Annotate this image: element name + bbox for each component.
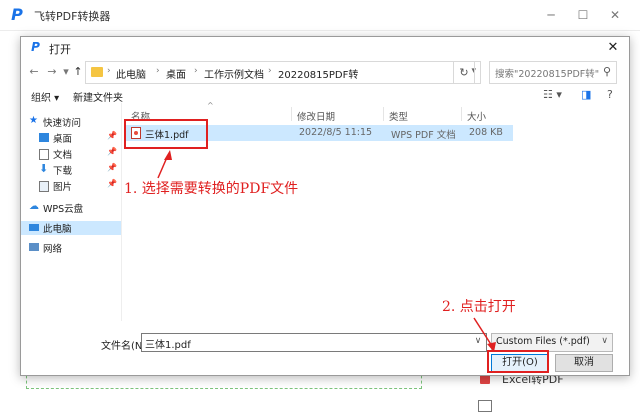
step1-arrow bbox=[157, 150, 172, 179]
annotation-arrows bbox=[157, 150, 496, 352]
step2-arrow-head bbox=[487, 342, 496, 352]
step2-arrow-line bbox=[473, 317, 493, 347]
step1-annotation: 1. 选择需要转换的PDF文件 bbox=[124, 181, 299, 197]
step2-annotation: 2. 点击打开 bbox=[442, 299, 516, 315]
step2-arrow bbox=[473, 317, 496, 352]
step1-arrow-head bbox=[164, 150, 172, 160]
